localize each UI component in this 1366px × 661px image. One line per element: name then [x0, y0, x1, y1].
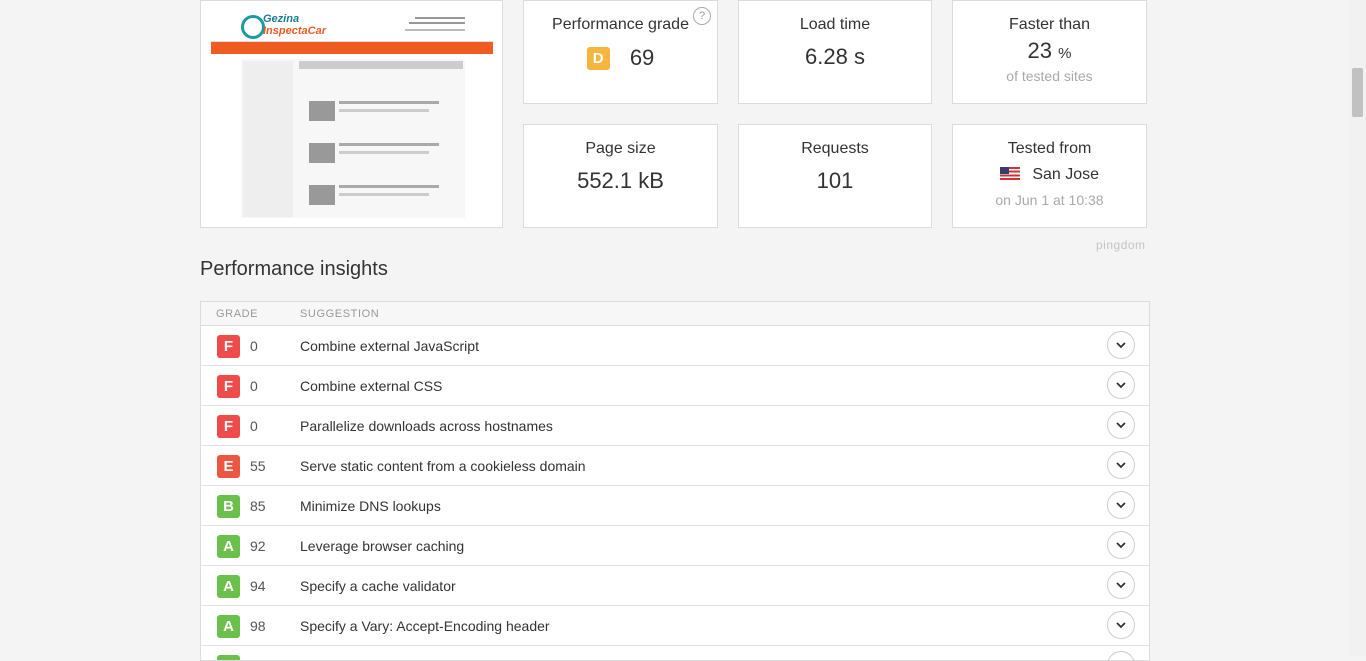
chevron-down-icon [1116, 581, 1126, 588]
score-value: 55 [250, 458, 266, 474]
chevron-down-icon [1116, 541, 1126, 548]
suggestion-text: Combine external CSS [300, 378, 443, 394]
requests-card: Requests 101 [738, 124, 932, 228]
load-time-label: Load time [799, 16, 871, 33]
page-size-label: Page size [585, 140, 656, 157]
grade-score: 69 [629, 45, 655, 71]
load-time-card: Load time 6.28 s [738, 0, 932, 104]
performance-grade-value: D 69 [524, 44, 717, 71]
tested-from-label: Tested from [1007, 140, 1092, 157]
performance-grade-card: ? Performance grade D 69 [523, 0, 718, 104]
performance-grade-label: Performance grade [552, 16, 689, 33]
tested-from-card: Tested from San Jose on Jun 1 at 10:38 [952, 124, 1147, 228]
expand-button[interactable] [1107, 411, 1135, 439]
scrollbar-thumb[interactable] [1352, 68, 1363, 117]
grade-badge: F [217, 415, 240, 438]
grade-badge: A [217, 535, 240, 558]
table-row[interactable]: E 55 Serve static content from a cookieles… [201, 446, 1149, 486]
grade-badge: D [586, 46, 610, 70]
grade-badge: A [217, 615, 240, 638]
requests-label: Requests [801, 140, 869, 157]
grade-column-header: GRADE [216, 308, 259, 320]
grade-badge: B [217, 495, 240, 518]
score-value: 92 [250, 538, 266, 554]
table-row-partial [201, 646, 1149, 660]
suggestion-column-header: SUGGESTION [300, 308, 380, 320]
grade-badge: E [217, 455, 240, 478]
page-size-value: 552.1 kB [577, 168, 664, 193]
table-row[interactable]: F 0 Combine external CSS [201, 366, 1149, 406]
us-flag-icon [999, 167, 1020, 180]
table-row[interactable]: A 92 Leverage browser caching [201, 526, 1149, 566]
chevron-down-icon [1116, 381, 1126, 388]
thumbnail-logo-text: Gezina InspectaCar [263, 13, 326, 37]
chevron-down-icon [1116, 621, 1126, 628]
site-screenshot-thumbnail: Gezina InspectaCar [200, 0, 503, 228]
expand-button[interactable] [1107, 611, 1135, 639]
chevron-down-icon [1116, 501, 1126, 508]
expand-button[interactable] [1107, 371, 1135, 399]
expand-button[interactable] [1107, 451, 1135, 479]
expand-button[interactable] [1107, 651, 1135, 660]
score-value: 0 [250, 338, 258, 354]
page-size-card: Page size 552.1 kB [523, 124, 718, 228]
score-value: 85 [250, 498, 266, 514]
grade-badge: F [217, 375, 240, 398]
score-value: 0 [250, 418, 258, 434]
requests-value: 101 [816, 168, 854, 193]
score-value: 98 [250, 618, 266, 634]
table-row[interactable]: A 94 Specify a cache validator [201, 566, 1149, 606]
faster-than-label: Faster than [1009, 16, 1090, 33]
grade-badge: F [217, 335, 240, 358]
chevron-down-icon [1116, 341, 1126, 348]
table-row[interactable]: F 0 Combine external JavaScript [201, 326, 1149, 366]
table-row[interactable]: B 85 Minimize DNS lookups [201, 486, 1149, 526]
suggestion-text: Parallelize downloads across hostnames [300, 418, 553, 434]
pingdom-logo: pingdom [1096, 238, 1146, 252]
insights-table: GRADE SUGGESTION F 0 Combine external Java… [200, 301, 1150, 661]
insights-title: Performance insights [200, 258, 388, 280]
suggestion-text: Serve static content from a cookieless d… [300, 458, 586, 474]
suggestion-text: Combine external JavaScript [300, 338, 479, 354]
expand-button[interactable] [1107, 331, 1135, 359]
chevron-down-icon [1116, 461, 1126, 468]
score-value: 94 [250, 578, 266, 594]
expand-button[interactable] [1107, 531, 1135, 559]
table-row[interactable]: A 98 Specify a Vary: Accept-Encoding heade… [201, 606, 1149, 646]
grade-badge: A [217, 575, 240, 598]
faster-than-value: 23 [1027, 38, 1052, 63]
load-time-value: 6.28 s [805, 44, 865, 69]
suggestion-text: Specify a Vary: Accept-Encoding header [300, 618, 550, 634]
table-row[interactable]: F 0 Parallelize downloads across hostnames [201, 406, 1149, 446]
tested-from-location: San Jose [1032, 166, 1100, 183]
faster-than-unit: % [1058, 45, 1072, 62]
site-screenshot-image: Gezina InspectaCar [211, 11, 493, 218]
table-header: GRADE SUGGESTION [201, 302, 1149, 326]
suggestion-text: Leverage browser caching [300, 538, 465, 554]
score-value: 0 [250, 378, 258, 394]
tested-from-time: on Jun 1 at 10:38 [995, 192, 1104, 208]
suggestion-text: Specify a cache validator [300, 578, 456, 594]
faster-than-sub: of tested sites [1006, 68, 1093, 84]
expand-button[interactable] [1107, 571, 1135, 599]
expand-button[interactable] [1107, 491, 1135, 519]
suggestion-text: Minimize DNS lookups [300, 498, 441, 514]
faster-than-card: Faster than 23 % of tested sites [952, 0, 1147, 104]
chevron-down-icon [1116, 421, 1126, 428]
help-icon[interactable]: ? [693, 7, 711, 25]
